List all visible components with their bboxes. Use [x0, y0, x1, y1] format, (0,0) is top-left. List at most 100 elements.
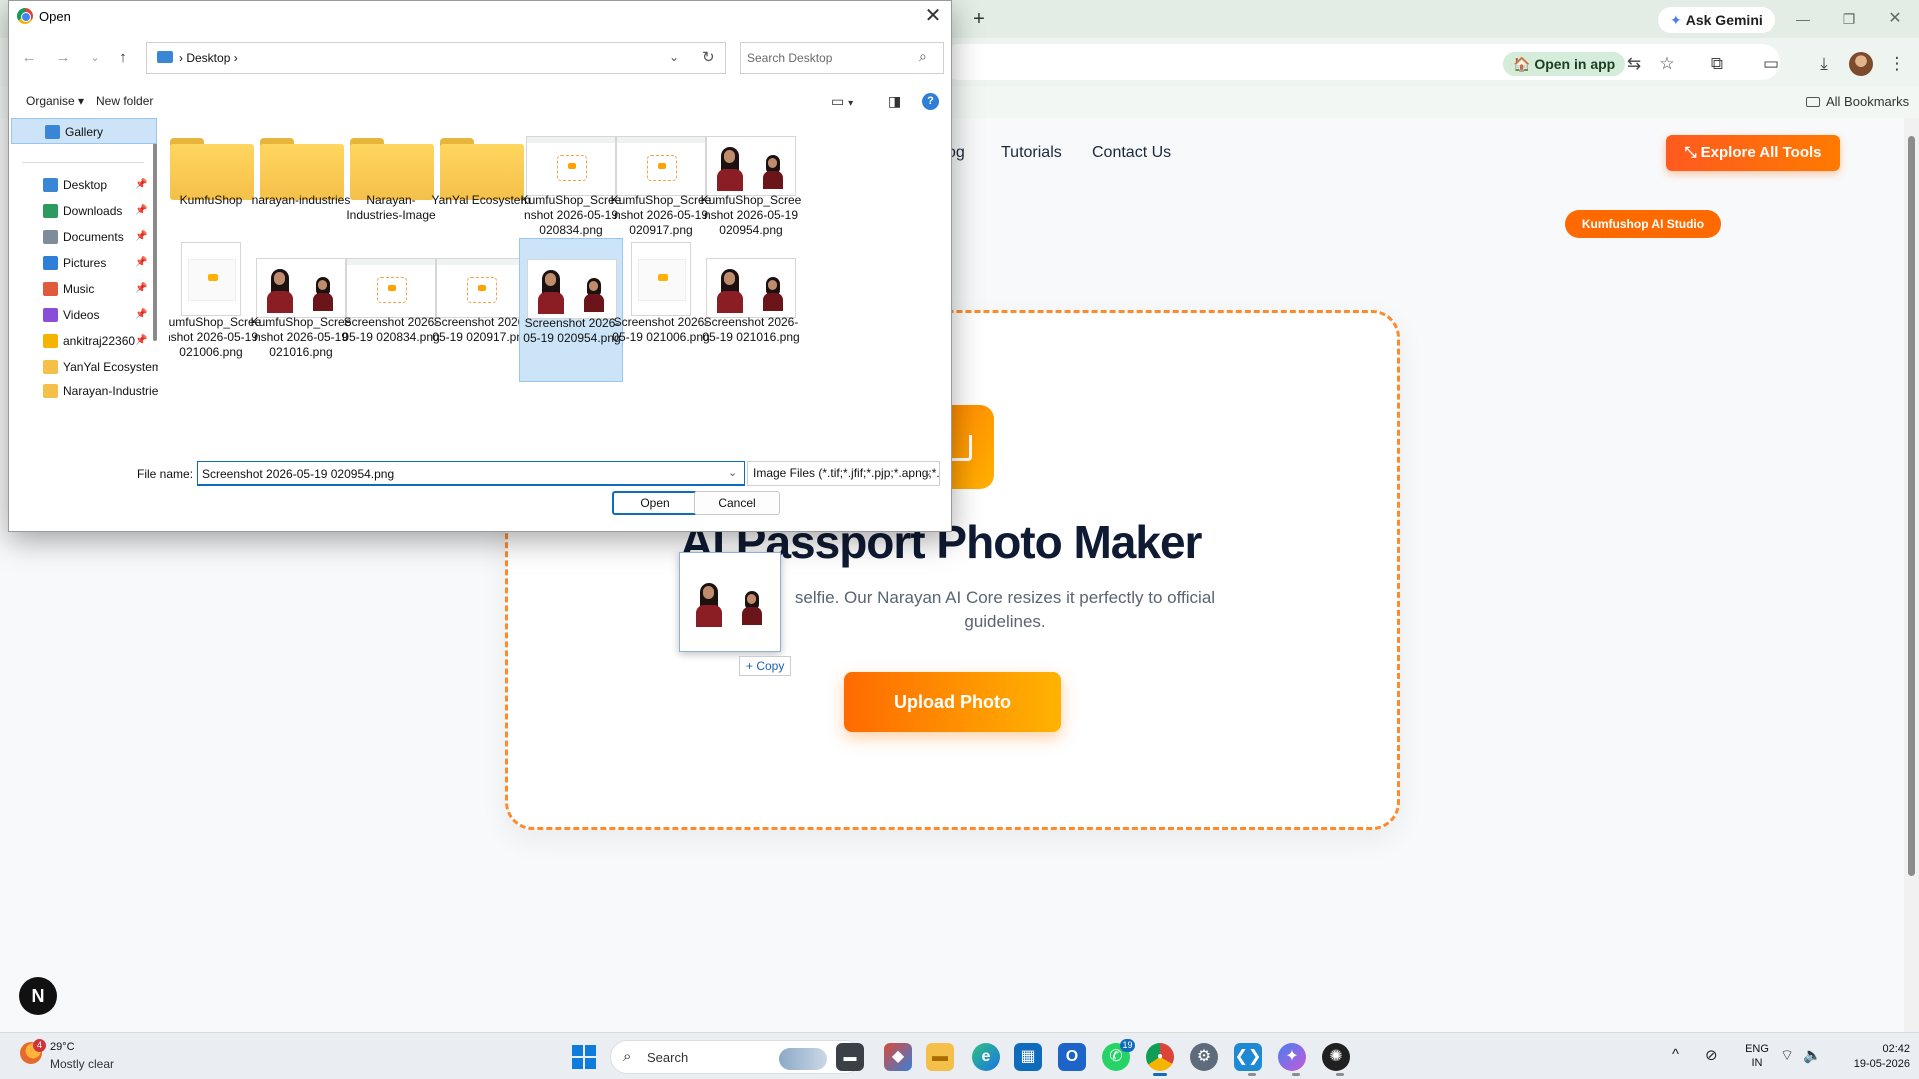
preview-pane-icon[interactable]: ◨ [888, 93, 901, 110]
file-item[interactable]: Screenshot 2026-05-19 021006.png [609, 238, 713, 382]
breadcrumb-desktop[interactable]: Desktop [186, 51, 230, 65]
taskbar-search[interactable]: ⌕ Search [610, 1040, 862, 1074]
extensions-icon[interactable]: ⧉ [1705, 52, 1729, 76]
store-icon[interactable]: ▦ [1014, 1043, 1042, 1071]
folder-icon [350, 138, 434, 200]
file-item[interactable]: Screenshot 2026-05-19 020834.png [339, 238, 443, 382]
weather-description[interactable]: Mostly clear [50, 1057, 114, 1071]
dialog-search-box[interactable]: ⌕ [740, 42, 944, 74]
show-hidden-icons-chevron[interactable]: ^ [1672, 1046, 1679, 1063]
nav-item-label: Gallery [65, 125, 104, 139]
nav-link-contact[interactable]: Contact Us [1092, 144, 1171, 162]
file-type-value: Image Files (*.tif;*.jfif;*.pjp;*.apng;*… [753, 466, 940, 480]
wifi-icon[interactable]: ⌔ [1780, 1046, 1794, 1065]
file-type-dropdown-icon[interactable]: ⌄ [923, 462, 932, 485]
up-arrow-icon[interactable]: ↑ [113, 48, 133, 68]
nav-item-label: Desktop [63, 178, 108, 192]
desktop-location-icon [157, 51, 173, 63]
file-item[interactable]: Screenshot 2026-05-19 020954.png [519, 238, 623, 382]
back-arrow-icon[interactable]: ← [19, 48, 39, 68]
open-button[interactable]: Open [612, 491, 698, 515]
open-in-app-button[interactable]: 🏠 Open in app [1503, 52, 1626, 76]
nav-item-downloads[interactable]: Downloads 📌 [10, 198, 158, 224]
nav-item-videos[interactable]: Videos 📌 [10, 302, 158, 328]
dialog-close-button[interactable]: ✕ [921, 4, 945, 28]
all-bookmarks-button[interactable]: All Bookmarks [1806, 92, 1909, 112]
file-explorer-icon[interactable]: ▬ [926, 1043, 954, 1071]
lang-line2: IN [1751, 1057, 1763, 1069]
file-name-combobox[interactable]: ⌄ [197, 461, 745, 486]
page-scrollbar-thumb[interactable] [1908, 136, 1915, 876]
download-icon[interactable]: ⤓ [1812, 52, 1836, 76]
nav-item-label: Pictures [63, 256, 107, 270]
bookmark-star-icon[interactable]: ☆ [1655, 52, 1679, 76]
image-thumbnail [346, 258, 436, 318]
chatgpt-icon[interactable]: ✺ [1322, 1043, 1350, 1071]
translate-icon[interactable]: ⇆ [1622, 52, 1646, 76]
search-input[interactable] [747, 50, 907, 66]
ask-gemini-button[interactable]: ✦ Ask Gemini [1658, 7, 1775, 33]
view-mode-icon[interactable]: ▭ ▾ [831, 93, 853, 110]
file-name: Screenshot 2026-05-19 020917.png [432, 315, 530, 344]
location-off-icon[interactable]: ⊘ [1705, 1046, 1718, 1064]
input-language[interactable]: ENG IN [1742, 1042, 1772, 1070]
organise-menu[interactable]: Organise ▾ [26, 94, 84, 108]
forward-arrow-icon[interactable]: → [53, 48, 73, 68]
nav-link-tutorials[interactable]: Tutorials [1001, 144, 1062, 162]
file-type-select[interactable]: Image Files (*.tif;*.jfif;*.pjp;*.apng;*… [747, 461, 940, 486]
breadcrumb[interactable]: › Desktop › [179, 51, 238, 65]
file-item[interactable]: KumfuShop_Screenshot 2026-05-19 021016.p… [249, 238, 353, 382]
file-item[interactable]: Screenshot 2026-05-19 021016.png [699, 238, 803, 382]
edge-icon[interactable]: e [972, 1043, 1000, 1071]
file-name-dropdown-icon[interactable]: ⌄ [728, 466, 737, 479]
vscode-icon[interactable]: ❮❯ [1234, 1043, 1262, 1071]
dialog-address-bar[interactable]: › Desktop › ⌄ ↻ [146, 42, 726, 74]
address-dropdown-icon[interactable]: ⌄ [669, 50, 679, 64]
outlook-icon[interactable]: O [1058, 1043, 1086, 1071]
nav-item-ankitraj22360[interactable]: ankitraj22360 📌 [10, 328, 158, 354]
search-icon[interactable]: ⌕ [919, 48, 927, 65]
nav-item-gallery[interactable]: Gallery [11, 118, 157, 144]
file-name-input[interactable] [202, 466, 712, 482]
explore-all-tools-button[interactable]: ⤡ Explore All Tools [1666, 135, 1840, 171]
nav-item-desktop[interactable]: Desktop 📌 [10, 172, 158, 198]
dialog-title-bar[interactable]: Open ✕ [9, 1, 951, 32]
nav-item-narayan-industries[interactable]: Narayan-Industries [10, 378, 158, 404]
chrome-taskbar-icon[interactable]: ● [1146, 1043, 1174, 1071]
n-floating-button[interactable]: N [19, 977, 57, 1015]
file-item[interactable]: Screenshot 2026-05-19 020917.png [429, 238, 533, 382]
minimize-button[interactable]: — [1780, 8, 1826, 30]
image-thumbnail [527, 259, 617, 319]
help-icon[interactable]: ? [922, 93, 939, 110]
start-button[interactable] [572, 1045, 596, 1069]
task-view-icon[interactable]: ▬ [836, 1043, 864, 1071]
gemini-icon[interactable]: ✦ [1278, 1043, 1306, 1071]
restore-button[interactable]: ❐ [1826, 8, 1872, 30]
upload-photo-button[interactable]: Upload Photo [844, 672, 1061, 732]
nav-item-documents[interactable]: Documents 📌 [10, 224, 158, 250]
clock[interactable]: 02:42 19-05-2026 [1834, 1042, 1910, 1072]
nav-item-pictures[interactable]: Pictures 📌 [10, 250, 158, 276]
window-close-button[interactable]: ✕ [1872, 8, 1918, 30]
recent-locations-icon[interactable]: ⌄ [85, 48, 105, 68]
weather-temperature[interactable]: 29°C [50, 1041, 75, 1053]
tab-search-icon[interactable]: ▭ [1759, 52, 1783, 76]
nav-item-music[interactable]: Music 📌 [10, 276, 158, 302]
page-scrollbar[interactable] [1904, 118, 1919, 1032]
lang-line1: ENG [1745, 1043, 1769, 1055]
volume-icon[interactable]: 🔈 [1803, 1046, 1822, 1064]
browser-menu-icon[interactable]: ⋮ [1885, 52, 1909, 76]
address-bar[interactable] [940, 44, 1780, 80]
image-thumbnail [526, 136, 616, 196]
folder-icon [43, 384, 58, 398]
cancel-button[interactable]: Cancel [694, 491, 780, 515]
file-name: Screenshot 2026-05-19 021016.png [702, 315, 800, 344]
new-tab-button[interactable]: + [968, 8, 990, 30]
profile-avatar[interactable] [1849, 52, 1873, 76]
new-folder-button[interactable]: New folder [96, 94, 153, 108]
folder-icon [43, 360, 58, 374]
microsoft365-icon[interactable]: ◆ [884, 1043, 912, 1071]
settings-gear-icon[interactable]: ⚙ [1190, 1043, 1218, 1071]
refresh-icon[interactable]: ↻ [702, 48, 715, 66]
nav-item-yanyal-ecosystem[interactable]: YanYal Ecosystem [10, 354, 158, 380]
